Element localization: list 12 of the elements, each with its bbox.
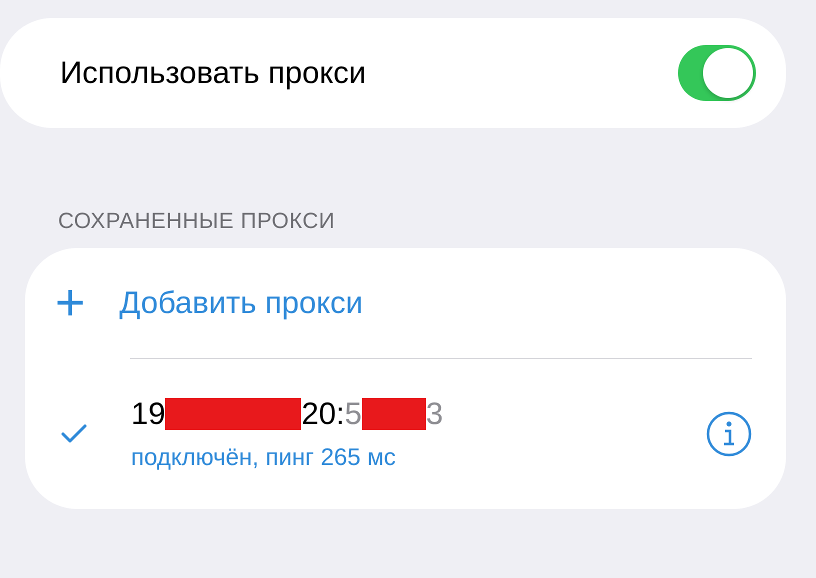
proxy-switch[interactable]: [678, 45, 756, 101]
info-icon: [706, 411, 752, 457]
redaction-bar: [362, 398, 426, 430]
section-header: СОХРАНЕННЫЕ ПРОКСИ: [58, 208, 336, 234]
add-proxy-button[interactable]: + Добавить прокси: [55, 277, 363, 329]
proxy-host: 19: [131, 396, 166, 432]
proxy-port: 5: [344, 396, 362, 432]
proxy-host: 20:: [301, 396, 345, 432]
proxy-status: подключён, пинг 265 мс: [131, 444, 397, 472]
toggle-label: Использовать прокси: [60, 55, 366, 91]
proxy-port: 3: [426, 396, 444, 432]
info-button[interactable]: [706, 411, 752, 457]
